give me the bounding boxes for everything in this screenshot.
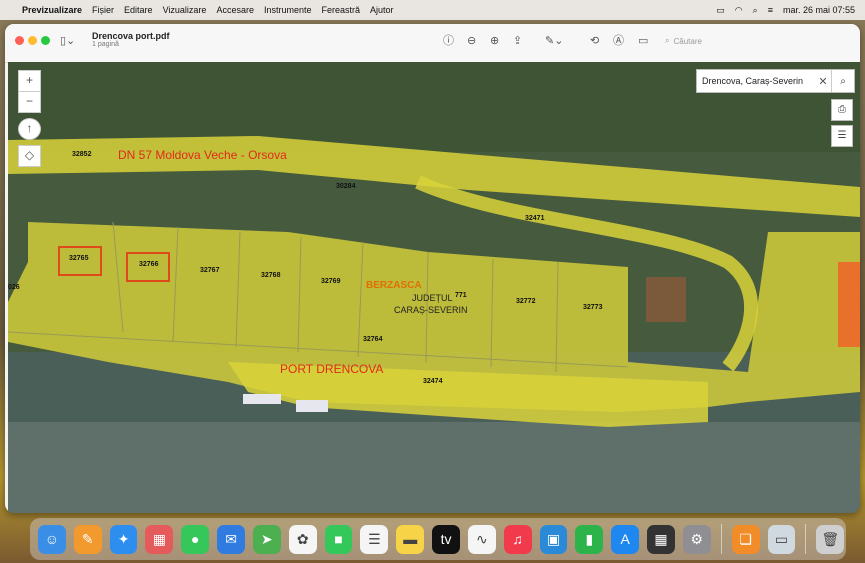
aerial-map-image — [8, 62, 860, 513]
sidebar-toggle-icon[interactable]: ▯⌄ — [60, 34, 75, 48]
spotlight-icon[interactable]: ⌕ — [753, 5, 758, 16]
settings-icon[interactable]: ⚙ — [682, 524, 711, 554]
parcel-32769: 32769 — [321, 278, 341, 285]
menu-help[interactable]: Ajutor — [370, 5, 394, 15]
menu-edit[interactable]: Editare — [124, 5, 153, 15]
wifi-icon[interactable]: ◠ — [735, 5, 743, 16]
menu-go[interactable]: Accesare — [216, 5, 254, 15]
map-label-berzasca: BERZASCA — [366, 280, 422, 291]
print-icon[interactable]: ⎙ — [831, 99, 853, 121]
reminders-icon[interactable]: ☰ — [360, 524, 389, 554]
map-zoom-in-button[interactable]: + — [18, 70, 41, 92]
map-label-caras-severin: CARAȘ-SEVERIN — [394, 305, 468, 315]
notes-icon[interactable]: ▬ — [396, 524, 425, 554]
parcel-32471: 32471 — [525, 215, 545, 222]
mail-icon[interactable]: ✉ — [217, 524, 245, 554]
preview-window: ▯⌄ Drencova port.pdf 1 pagină ⓘ ⊖ ⊕ ⇪ ✎⌄… — [5, 24, 860, 513]
maps-icon[interactable]: ➤ — [252, 524, 281, 554]
toolbar-search[interactable]: ⌕ Căutare — [665, 34, 765, 48]
form-fill-icon[interactable]: ▭ — [638, 34, 648, 48]
trash-icon[interactable]: 🗑 — [816, 524, 845, 554]
safari-icon[interactable]: ✦ — [109, 524, 138, 554]
parcel-771: 771 — [455, 292, 467, 299]
rotate-icon[interactable]: ⟲ — [590, 34, 599, 48]
info-icon[interactable]: ⓘ — [443, 34, 454, 48]
parcel-32772: 32772 — [516, 298, 536, 305]
zoom-button[interactable] — [41, 36, 50, 45]
keynote-icon[interactable]: ▣ — [539, 524, 568, 554]
map-label-judet: JUDEȚUL — [412, 293, 453, 303]
window-toolbar: ▯⌄ Drencova port.pdf 1 pagină ⓘ ⊖ ⊕ ⇪ ✎⌄… — [5, 24, 860, 63]
dock-separator — [720, 524, 722, 554]
facetime-icon[interactable]: ■ — [324, 524, 353, 554]
parcel-30284: 30284 — [336, 183, 356, 190]
minimize-button[interactable] — [28, 36, 37, 45]
document-subtitle: 1 pagină — [92, 41, 119, 48]
battery-icon[interactable]: ▭ — [716, 5, 725, 16]
menu-window[interactable]: Fereastră — [322, 5, 361, 15]
compass-icon[interactable]: ↑ — [18, 118, 41, 140]
parcel-026: 026 — [8, 284, 20, 291]
menu-view[interactable]: Vizualizare — [163, 5, 207, 15]
layers-list-icon[interactable]: ☰ — [831, 125, 853, 147]
map-document-view[interactable]: DN 57 Moldova Veche - Orsova 32852 30284… — [8, 62, 860, 513]
zoom-in-icon[interactable]: ⊕ — [490, 34, 499, 48]
books-icon[interactable]: ❏ — [731, 524, 760, 554]
map-zoom-out-button[interactable]: − — [18, 91, 41, 113]
parcel-32766: 32766 — [139, 261, 159, 268]
control-center-icon[interactable]: ≡ — [768, 5, 773, 15]
calculator-icon[interactable]: ▦ — [647, 524, 675, 554]
map-search-icon[interactable]: ⌕ — [831, 70, 854, 92]
dock: ☺ ✎ ✦ ▦ ● ✉ ➤ ✿ ■ ☰ ▬ tv ∿ ♫ ▣ ▮ A ▦ ⚙ ❏ ▭ 🗑 — [30, 518, 846, 560]
markup-pen-icon[interactable]: ✎⌄ — [545, 34, 563, 48]
messages-icon[interactable]: ● — [181, 524, 210, 554]
parcel-32474: 32474 — [423, 378, 443, 385]
document-title: Drencova port.pdf — [92, 31, 170, 41]
locate-icon[interactable]: ◇ — [18, 145, 41, 167]
menu-app-name[interactable]: Previzualizare — [22, 5, 82, 15]
parcel-32764: 32764 — [363, 336, 383, 343]
dock-separator — [805, 524, 807, 554]
numbers-icon[interactable]: ▮ — [575, 524, 604, 554]
parcel-32852: 32852 — [72, 151, 92, 158]
parcel-32768: 32768 — [261, 272, 281, 279]
map-label-port: PORT DRENCOVA — [280, 362, 384, 376]
close-button[interactable] — [15, 36, 24, 45]
pages-icon[interactable]: ✎ — [73, 524, 102, 554]
clear-search-icon[interactable]: ✕ — [815, 75, 831, 88]
appletv-icon[interactable]: tv — [432, 524, 460, 554]
map-label-road: DN 57 Moldova Veche - Orsova — [118, 148, 287, 162]
map-search-box[interactable]: Drencova, Caraș-Severin ✕ ⌕ — [696, 69, 855, 93]
launchpad-icon[interactable]: ▦ — [145, 524, 174, 554]
zoom-out-icon[interactable]: ⊖ — [467, 34, 476, 48]
preview-icon[interactable]: ▭ — [767, 524, 796, 554]
photos-icon[interactable]: ✿ — [288, 524, 317, 554]
menu-bar: Previzualizare Fișier Editare Vizualizar… — [0, 0, 865, 20]
parcel-32765: 32765 — [69, 255, 89, 262]
map-search-input[interactable]: Drencova, Caraș-Severin — [697, 76, 815, 86]
parcel-32773: 32773 — [583, 304, 603, 311]
menu-file[interactable]: Fișier — [92, 5, 114, 15]
parcel-32767: 32767 — [200, 267, 220, 274]
search-icon: ⌕ — [665, 36, 670, 45]
menu-clock[interactable]: mar. 26 mai 07:55 — [783, 5, 855, 15]
finder-icon[interactable]: ☺ — [38, 524, 66, 554]
menu-tools[interactable]: Instrumente — [264, 5, 312, 15]
freeform-icon[interactable]: ∿ — [467, 524, 496, 554]
search-placeholder: Căutare — [673, 36, 702, 46]
share-icon[interactable]: ⇪ — [513, 34, 522, 48]
appstore-icon[interactable]: A — [611, 524, 640, 554]
music-icon[interactable]: ♫ — [503, 524, 532, 554]
annotate-icon[interactable]: Ⓐ — [613, 34, 624, 48]
